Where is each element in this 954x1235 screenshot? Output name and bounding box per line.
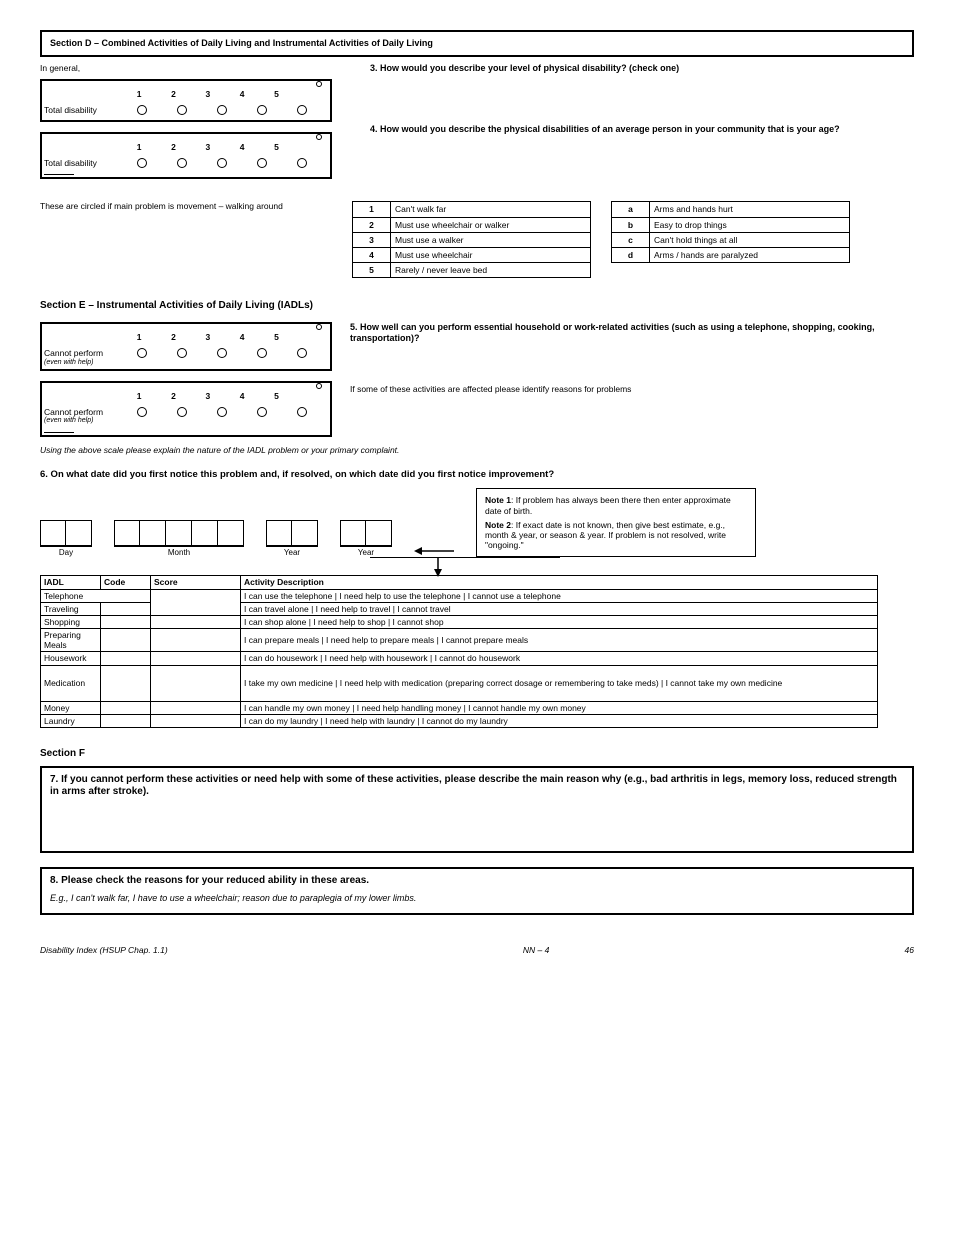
iadl-main-table: IADL Code Score Activity Description Tel… — [40, 575, 878, 728]
radio-4[interactable] — [257, 158, 267, 168]
q4-label: 4. How would you describe the physical d… — [370, 124, 914, 135]
radio-3[interactable] — [217, 407, 227, 417]
radio-3[interactable] — [217, 158, 227, 168]
table-row: LaundryI can do my laundry | I need help… — [41, 714, 878, 727]
q5-explain: Using the above scale please explain the… — [40, 445, 914, 455]
q7-label: 7. If you cannot perform these activitie… — [50, 774, 904, 798]
q3-label: 3. How would you describe your level of … — [370, 63, 914, 74]
radio-option-6-small[interactable] — [316, 81, 322, 87]
radio-2[interactable] — [177, 158, 187, 168]
table-row: MedicationI take my own medicine | I nee… — [41, 665, 878, 701]
date-cell[interactable] — [266, 520, 292, 546]
q8-label: 8. Please check the reasons for your red… — [50, 875, 904, 887]
likert-scale-numbers: 1 2 3 4 5 — [122, 89, 328, 99]
date-cell[interactable] — [218, 520, 244, 546]
codes-table-arms: aArms and hands hurt bEasy to drop thing… — [611, 201, 850, 263]
arrow-to-note — [414, 545, 454, 557]
q8-block: 8. Please check the reasons for your red… — [40, 867, 914, 915]
footer-center: NN – 4 — [523, 945, 549, 955]
q5-likert-block: 1 2 3 4 5 Cannot perform (even with help… — [40, 322, 332, 371]
down-arrow-icon — [432, 557, 444, 580]
codes-table-movement: 1Can't walk far 2Must use wheelchair or … — [352, 201, 591, 278]
q3-left-anchor: Total disability — [44, 105, 122, 115]
radio-2[interactable] — [177, 348, 187, 358]
q3-lead-in: In general, — [40, 63, 332, 73]
q6-year-group: Year — [266, 520, 318, 558]
q4-left-anchor: Total disability — [44, 158, 122, 175]
radio-5[interactable] — [297, 348, 307, 358]
table-row: HouseworkI can do housework | I need hel… — [41, 652, 878, 665]
date-cell[interactable] — [292, 520, 318, 546]
radio-1[interactable] — [137, 158, 147, 168]
radio-2[interactable] — [177, 407, 187, 417]
footer-right: 46 — [905, 945, 914, 955]
q6-year2-group: Year — [340, 520, 392, 558]
section-e-title: Section E – Instrumental Activities of D… — [40, 300, 914, 312]
radio-5[interactable] — [297, 105, 307, 115]
q3-likert-block: 1 2 3 4 5 Total disability — [40, 79, 332, 122]
radio-option-6-small[interactable] — [316, 134, 322, 140]
section-d-header: Section D – Combined Activities of Daily… — [40, 30, 914, 57]
page-footer: Disability Index (HSUP Chap. 1.1) NN – 4… — [40, 945, 914, 955]
q6-label: 6. On what date did you first notice thi… — [40, 469, 914, 480]
date-cell[interactable] — [114, 520, 140, 546]
q7-block: 7. If you cannot perform these activitie… — [40, 766, 914, 853]
date-cell[interactable] — [166, 520, 192, 546]
radio-1[interactable] — [137, 105, 147, 115]
table-row: MoneyI can handle my own money | I need … — [41, 701, 878, 714]
section-f-title: Section F — [40, 748, 914, 760]
radio-5[interactable] — [297, 407, 307, 417]
radio-2[interactable] — [177, 105, 187, 115]
q5b-prompt: If some of these activities are affected… — [350, 384, 914, 394]
date-cell[interactable] — [66, 520, 92, 546]
instr-left: These are circled if main problem is mov… — [40, 201, 332, 211]
q5-label: 5. How well can you perform essential ho… — [350, 322, 914, 344]
q6-note-box: Note 1: If problem has always been there… — [476, 488, 756, 557]
radio-6-small[interactable] — [316, 383, 322, 389]
table-row: Preparing MealsI can prepare meals | I n… — [41, 629, 878, 652]
radio-5[interactable] — [297, 158, 307, 168]
section-d-title: Section D – Combined Activities of Daily… — [50, 38, 433, 48]
connector-line — [370, 557, 560, 558]
date-cell[interactable] — [40, 520, 66, 546]
radio-3[interactable] — [217, 348, 227, 358]
radio-1[interactable] — [137, 348, 147, 358]
date-cell[interactable] — [192, 520, 218, 546]
radio-4[interactable] — [257, 407, 267, 417]
q6-month-group: Month — [114, 520, 244, 558]
q4-likert-block: 1 2 3 4 5 Total disability — [40, 132, 332, 179]
table-row: TelephoneI can use the telephone | I nee… — [41, 589, 878, 602]
date-cell[interactable] — [140, 520, 166, 546]
radio-4[interactable] — [257, 348, 267, 358]
date-cell[interactable] — [366, 520, 392, 546]
q6-day-group: Day — [40, 520, 92, 558]
footer-left: Disability Index (HSUP Chap. 1.1) — [40, 945, 168, 955]
radio-6-small[interactable] — [316, 324, 322, 330]
date-cell[interactable] — [340, 520, 366, 546]
radio-1[interactable] — [137, 407, 147, 417]
radio-4[interactable] — [257, 105, 267, 115]
radio-3[interactable] — [217, 105, 227, 115]
q5b-likert-block: 1 2 3 4 5 Cannot perform (even with help… — [40, 381, 332, 437]
table-row: ShoppingI can shop alone | I need help t… — [41, 615, 878, 628]
